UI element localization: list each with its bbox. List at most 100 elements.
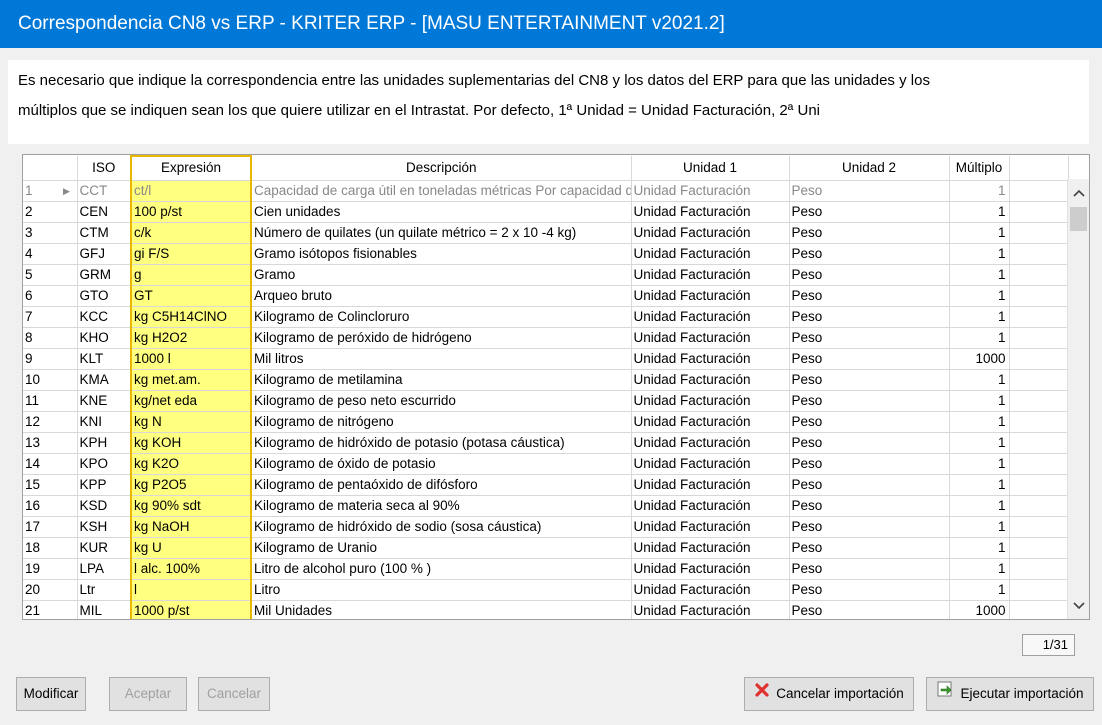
cell-iso[interactable]: KHO <box>77 327 132 349</box>
cell-unidad-1[interactable]: Unidad Facturación <box>631 369 790 391</box>
scrollbar-thumb[interactable] <box>1070 207 1087 231</box>
table-row[interactable]: 10 KMA kg met.am. Kilogramo de metilamina Un… <box>23 369 1069 391</box>
ejecutar-importacion-button[interactable]: Ejecutar importación <box>926 677 1094 711</box>
cell-multiplo[interactable]: 1 <box>949 453 1010 475</box>
cell-unidad-1[interactable]: Unidad Facturación <box>631 558 790 580</box>
aceptar-button[interactable]: Aceptar <box>109 677 187 711</box>
cell-expresion[interactable]: 1000 l <box>130 348 252 370</box>
cell-descripcion[interactable]: Kilogramo de Colincloruro <box>251 306 632 328</box>
cell-descripcion[interactable]: Litro <box>251 579 632 601</box>
cell-unidad-2[interactable]: Peso <box>789 327 950 349</box>
cell-expresion[interactable]: g <box>130 264 252 286</box>
table-row[interactable]: 21 MIL 1000 p/st Mil Unidades Unidad Factura… <box>23 600 1069 619</box>
cell-unidad-2[interactable]: Peso <box>789 369 950 391</box>
table-row[interactable]: 17 KSH kg NaOH Kilogramo de hidróxido de so… <box>23 516 1069 538</box>
cell-unidad-2[interactable]: Peso <box>789 180 950 202</box>
cell-iso[interactable]: KPH <box>77 432 132 454</box>
chevron-down-icon[interactable] <box>1068 595 1089 615</box>
cell-descripcion[interactable]: Mil litros <box>251 348 632 370</box>
cell-multiplo[interactable]: 1 <box>949 243 1010 265</box>
cell-multiplo[interactable]: 1 <box>949 201 1010 223</box>
table-row[interactable]: 3 CTM c/k Número de quilates (un quilate mé… <box>23 222 1069 244</box>
cell-multiplo[interactable]: 1 <box>949 222 1010 244</box>
cell-unidad-2[interactable]: Peso <box>789 600 950 619</box>
header-iso[interactable]: ISO <box>77 156 132 181</box>
cell-unidad-2[interactable]: Peso <box>789 348 950 370</box>
cell-expresion[interactable]: GT <box>130 285 252 307</box>
cell-descripcion[interactable]: Cien unidades <box>251 201 632 223</box>
table-row[interactable]: 16 KSD kg 90% sdt Kilogramo de materia seca… <box>23 495 1069 517</box>
cell-iso[interactable]: CEN <box>77 201 132 223</box>
cell-unidad-1[interactable]: Unidad Facturación <box>631 264 790 286</box>
cell-unidad-2[interactable]: Peso <box>789 474 950 496</box>
vertical-scrollbar[interactable] <box>1067 179 1089 619</box>
table-row[interactable]: 7 KCC kg C5H14ClNO Kilogramo de Colinclorur… <box>23 306 1069 328</box>
cell-descripcion[interactable]: Kilogramo de hidróxido de potasio (potas… <box>251 432 632 454</box>
cell-unidad-1[interactable]: Unidad Facturación <box>631 201 790 223</box>
header-unidad-2[interactable]: Unidad 2 <box>789 156 950 181</box>
cell-multiplo[interactable]: 1 <box>949 432 1010 454</box>
cell-unidad-2[interactable]: Peso <box>789 516 950 538</box>
table-row[interactable]: 2 CEN 100 p/st Cien unidades Unidad Facturac… <box>23 201 1069 223</box>
cell-iso[interactable]: KLT <box>77 348 132 370</box>
table-row[interactable]: 20 Ltr l Litro Unidad Facturación Peso 1 <box>23 579 1069 601</box>
cell-iso[interactable]: CTM <box>77 222 132 244</box>
cell-descripcion[interactable]: Litro de alcohol puro (100 % ) <box>251 558 632 580</box>
cell-multiplo[interactable]: 1 <box>949 369 1010 391</box>
table-row[interactable]: 13 KPH kg KOH Kilogramo de hidróxido de pot… <box>23 432 1069 454</box>
cell-unidad-1[interactable]: Unidad Facturación <box>631 432 790 454</box>
cell-descripcion[interactable]: Kilogramo de peróxido de hidrógeno <box>251 327 632 349</box>
cell-unidad-1[interactable]: Unidad Facturación <box>631 474 790 496</box>
cell-descripcion[interactable]: Kilogramo de materia seca al 90% <box>251 495 632 517</box>
table-row[interactable]: 11 KNE kg/net eda Kilogramo de peso neto es… <box>23 390 1069 412</box>
cell-expresion[interactable]: kg U <box>130 537 252 559</box>
table-row[interactable]: 19 LPA l alc. 100% Litro de alcohol puro (1… <box>23 558 1069 580</box>
table-row[interactable]: 18 KUR kg U Kilogramo de Uranio Unidad Factu… <box>23 537 1069 559</box>
cell-unidad-2[interactable]: Peso <box>789 390 950 412</box>
table-row[interactable]: 9 KLT 1000 l Mil litros Unidad Facturación Pe… <box>23 348 1069 370</box>
cell-iso[interactable]: Ltr <box>77 579 132 601</box>
cell-multiplo[interactable]: 1 <box>949 327 1010 349</box>
cell-descripcion[interactable]: Kilogramo de Uranio <box>251 537 632 559</box>
cell-unidad-1[interactable]: Unidad Facturación <box>631 348 790 370</box>
cell-descripcion[interactable]: Kilogramo de nitrógeno <box>251 411 632 433</box>
cell-expresion[interactable]: kg met.am. <box>130 369 252 391</box>
cell-iso[interactable]: KNI <box>77 411 132 433</box>
cell-unidad-2[interactable]: Peso <box>789 285 950 307</box>
cell-unidad-1[interactable]: Unidad Facturación <box>631 327 790 349</box>
cell-multiplo[interactable]: 1 <box>949 411 1010 433</box>
cell-iso[interactable]: KPP <box>77 474 132 496</box>
cell-expresion[interactable]: kg P2O5 <box>130 474 252 496</box>
cell-unidad-2[interactable]: Peso <box>789 264 950 286</box>
chevron-up-icon[interactable] <box>1068 182 1089 202</box>
cell-multiplo[interactable]: 1 <box>949 495 1010 517</box>
cell-unidad-2[interactable]: Peso <box>789 411 950 433</box>
header-descripcion[interactable]: Descripción <box>251 156 632 181</box>
cell-descripcion[interactable]: Mil Unidades <box>251 600 632 619</box>
cell-multiplo[interactable]: 1 <box>949 579 1010 601</box>
cell-unidad-2[interactable]: Peso <box>789 432 950 454</box>
cell-unidad-1[interactable]: Unidad Facturación <box>631 222 790 244</box>
cell-iso[interactable]: KSH <box>77 516 132 538</box>
cell-unidad-1[interactable]: Unidad Facturación <box>631 495 790 517</box>
table-row[interactable]: 1 ▶ CCT ct/l Capacidad de carga útil en tone… <box>23 180 1069 202</box>
cell-iso[interactable]: KSD <box>77 495 132 517</box>
cell-iso[interactable]: CCT <box>77 180 132 202</box>
cell-unidad-2[interactable]: Peso <box>789 243 950 265</box>
cell-unidad-2[interactable]: Peso <box>789 537 950 559</box>
cell-descripcion[interactable]: Gramo isótopos fisionables <box>251 243 632 265</box>
cell-multiplo[interactable]: 1 <box>949 537 1010 559</box>
cell-unidad-1[interactable]: Unidad Facturación <box>631 285 790 307</box>
cell-unidad-2[interactable]: Peso <box>789 453 950 475</box>
cell-expresion[interactable]: ct/l <box>130 180 252 202</box>
cell-expresion[interactable]: kg C5H14ClNO <box>130 306 252 328</box>
cell-unidad-1[interactable]: Unidad Facturación <box>631 306 790 328</box>
cell-descripcion[interactable]: Arqueo bruto <box>251 285 632 307</box>
table-row[interactable]: 8 KHO kg H2O2 Kilogramo de peróxido de hidr… <box>23 327 1069 349</box>
cell-expresion[interactable]: kg K2O <box>130 453 252 475</box>
cell-expresion[interactable]: l alc. 100% <box>130 558 252 580</box>
cell-unidad-1[interactable]: Unidad Facturación <box>631 180 790 202</box>
cell-multiplo[interactable]: 1 <box>949 474 1010 496</box>
cell-unidad-1[interactable]: Unidad Facturación <box>631 537 790 559</box>
cell-expresion[interactable]: 100 p/st <box>130 201 252 223</box>
